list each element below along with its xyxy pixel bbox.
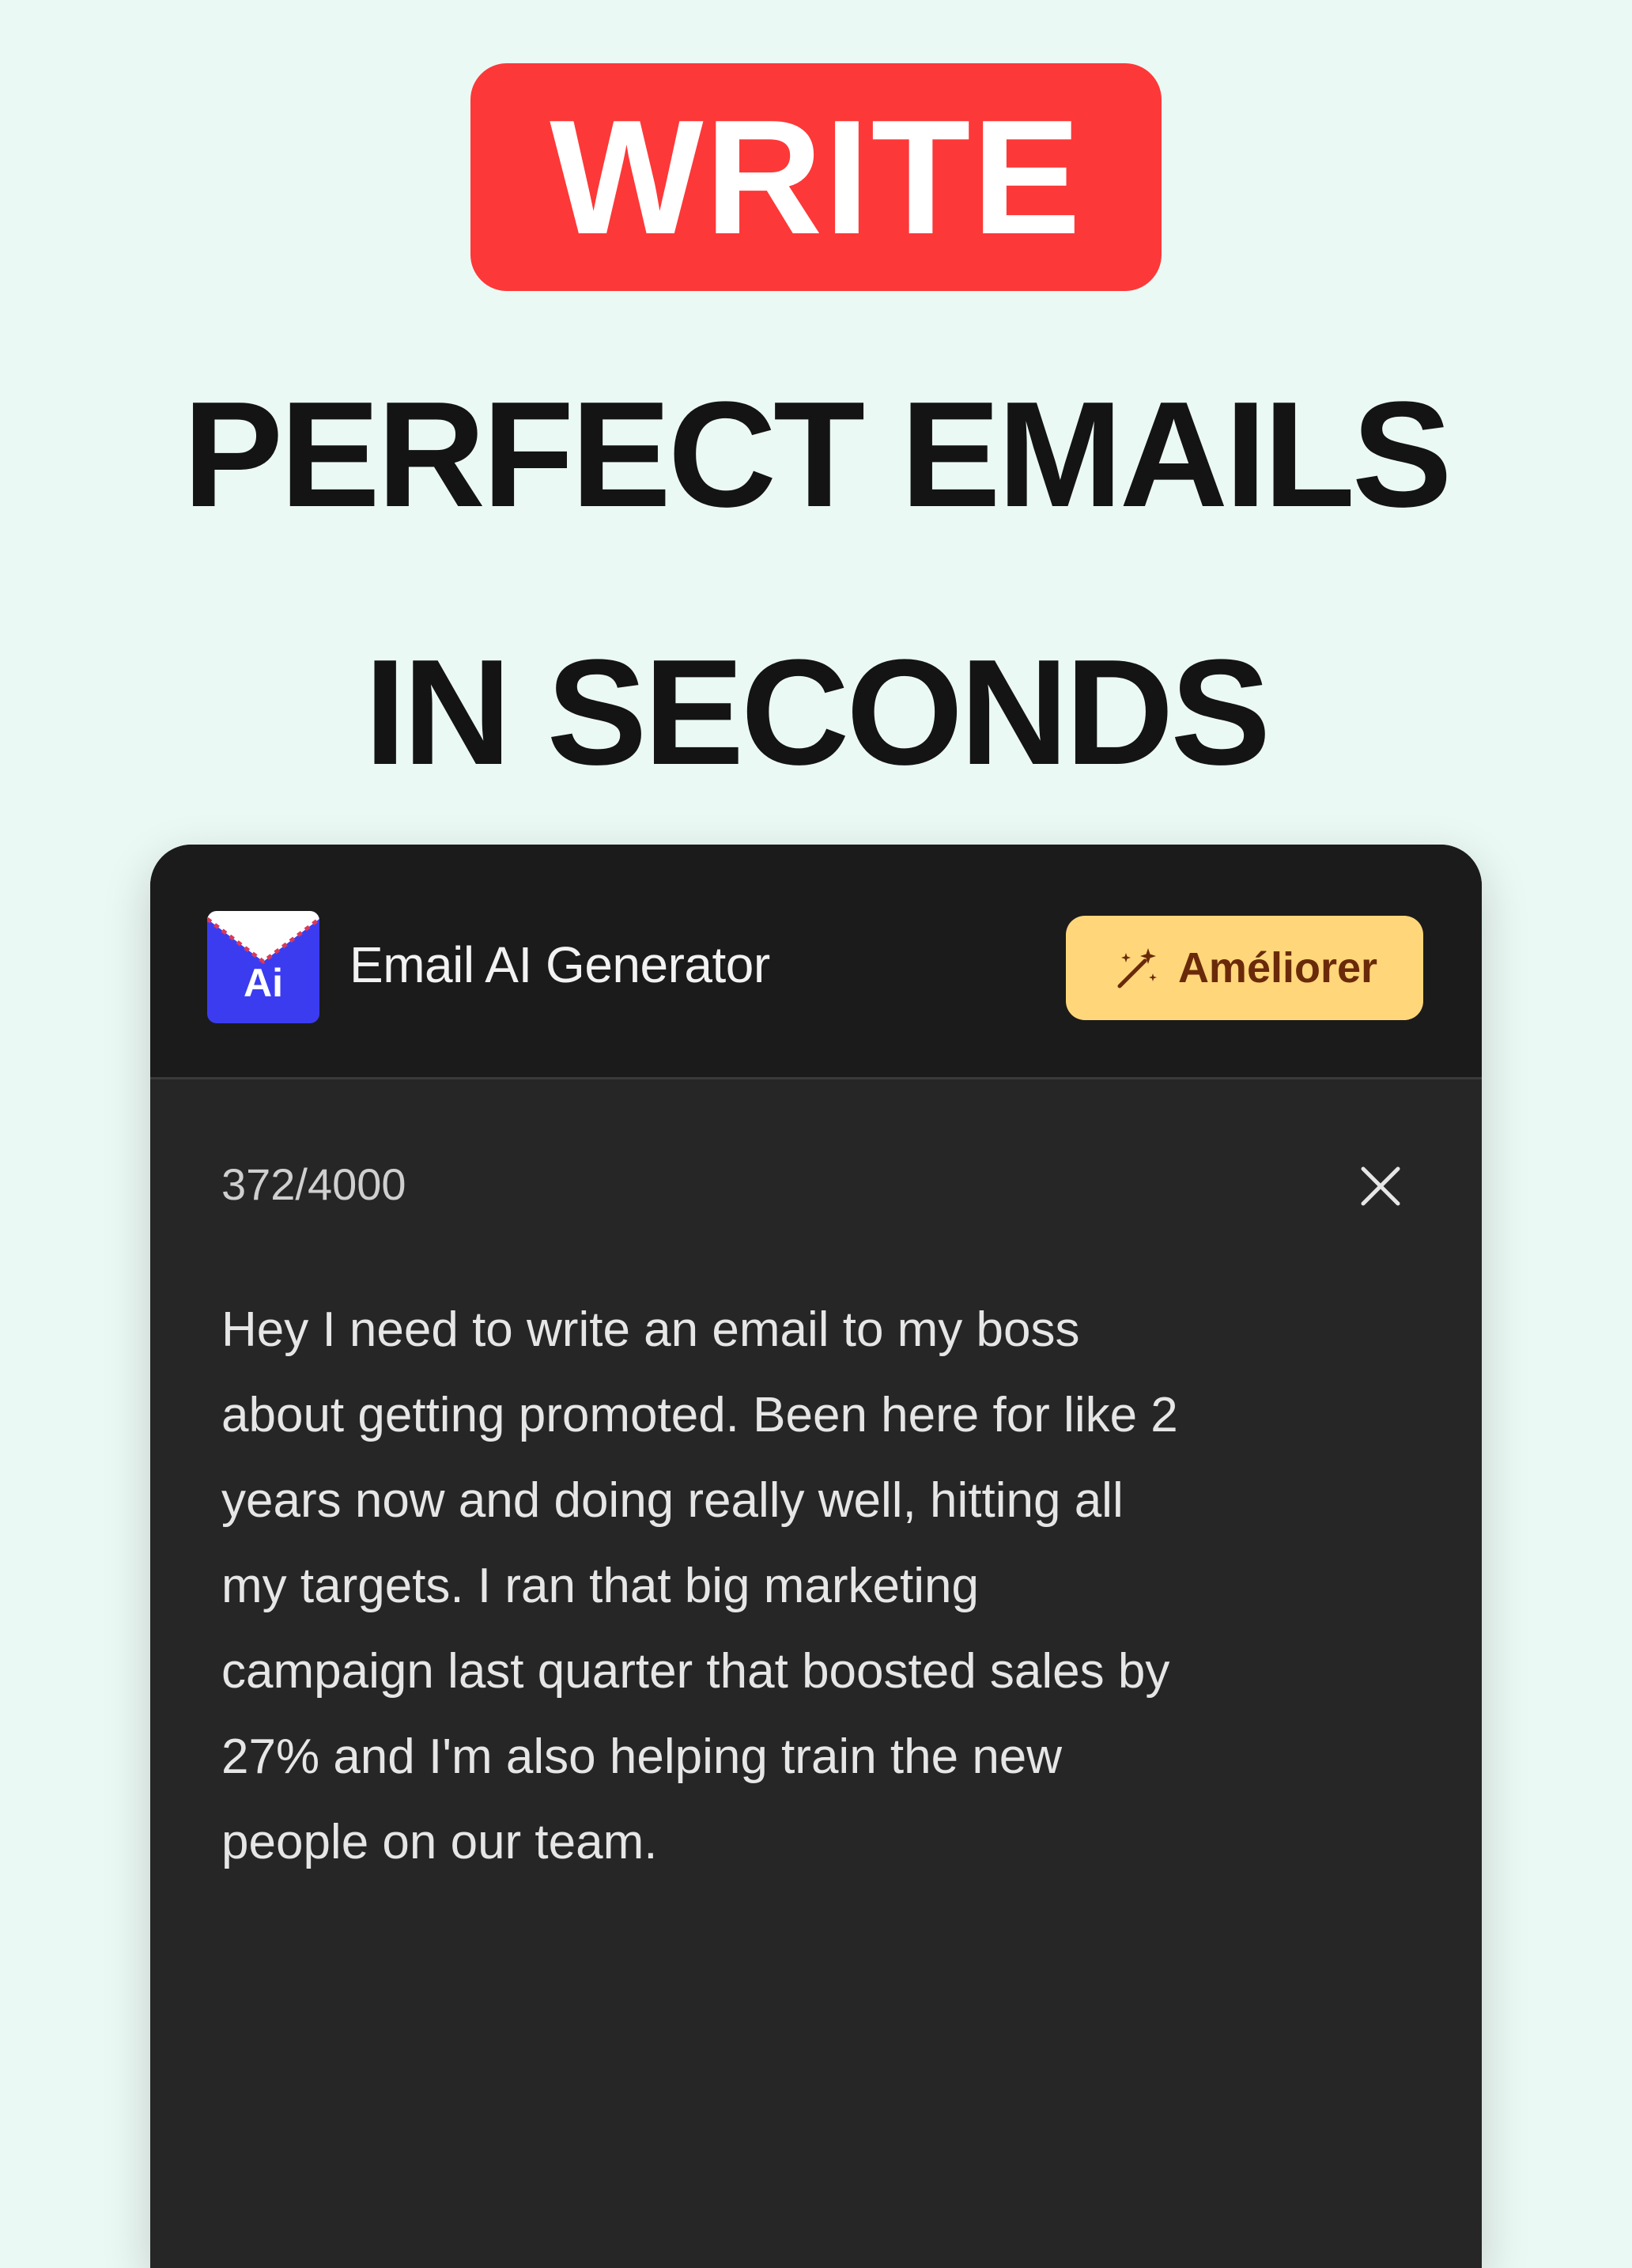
headline-line-1: PERFECT EMAILS: [183, 371, 1452, 539]
email-generator-panel: Ai Email AI Generator Améliorer 372/4000…: [150, 845, 1482, 2268]
close-icon: [1361, 1166, 1400, 1206]
improve-button-label: Améliorer: [1177, 944, 1378, 992]
character-counter: 372/4000: [221, 1159, 406, 1209]
app-title: Email AI Generator: [349, 936, 770, 993]
improve-button[interactable]: Améliorer: [1066, 916, 1423, 1020]
headline-line-2: IN SECONDS: [364, 629, 1271, 796]
badge-text: WRITE: [550, 86, 1082, 268]
email-prompt-text[interactable]: Hey I need to write an email to my boss …: [221, 1287, 1431, 1885]
logo-text: Ai: [244, 961, 283, 1005]
close-button[interactable]: [1355, 1161, 1406, 1211]
app-logo: Ai: [207, 911, 319, 1023]
panel-header: Ai Email AI Generator Améliorer: [150, 845, 1482, 1079]
write-badge: WRITE: [470, 63, 1162, 291]
magic-wand-icon: [1117, 948, 1157, 988]
